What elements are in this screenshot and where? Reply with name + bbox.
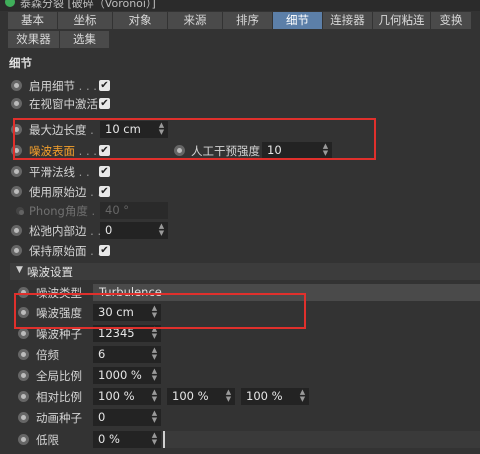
prop-label: 全局比例 — [36, 369, 82, 383]
spinner-arrows-icon[interactable]: ▲ ▼ — [299, 389, 306, 404]
prop-smooth-normals: 平滑法线 . . ✔ — [0, 162, 480, 182]
field-value: 100 % — [98, 389, 135, 403]
annotation-box-noise-strength — [14, 293, 306, 329]
prop-global-scale: 全局比例 1000 % ▲ ▼ — [0, 366, 480, 386]
group-title: 噪波设置 — [27, 265, 73, 279]
use-original-edges-checkbox[interactable]: ✔ — [99, 186, 110, 197]
window-titlebar: 泰森分裂 [破碎（Voronoi）] — [0, 0, 480, 11]
prop-label: 倍频 — [36, 348, 59, 362]
app-logo-icon — [5, 0, 15, 7]
low-clip-input[interactable]: 0 % ▲ ▼ — [93, 431, 161, 448]
field-value: 0 — [105, 223, 113, 237]
tab-coord[interactable]: 坐标 — [58, 12, 113, 29]
spinner-arrows-icon[interactable]: ▲ ▼ — [151, 410, 158, 425]
prop-use-original-edges: 使用原始边 . . ✔ — [0, 182, 480, 202]
low-clip-slider[interactable] — [163, 431, 480, 448]
spinner-arrows-icon[interactable]: ▲ ▼ — [151, 368, 158, 383]
relative-scale-z-input[interactable]: 100 % ▲ ▼ — [241, 388, 309, 405]
prop-label: 平滑法线 — [29, 165, 75, 179]
prop-low-clip: 低限 0 % ▲ ▼ — [0, 430, 480, 450]
prop-label: 动画种子 — [36, 411, 82, 425]
keep-original-faces-checkbox[interactable]: ✔ — [99, 245, 110, 256]
octaves-input[interactable]: 6 ▲ ▼ — [93, 346, 161, 363]
prop-dots: . — [87, 204, 96, 218]
tab-sources[interactable]: 来源 — [168, 12, 223, 29]
animate-radio-icon[interactable] — [18, 391, 29, 402]
field-value: 0 % — [98, 432, 120, 446]
global-scale-input[interactable]: 1000 % ▲ ▼ — [93, 367, 161, 384]
noise-settings-group-header[interactable]: ▼ 噪波设置 — [10, 263, 480, 280]
field-value: 100 % — [172, 389, 209, 403]
anim-seed-input[interactable]: 0 ▲ ▼ — [93, 409, 161, 426]
animate-radio-icon[interactable] — [18, 434, 29, 445]
prop-label: 启用细节 — [29, 79, 75, 93]
spinner-arrows-icon[interactable]: ▲ ▼ — [151, 389, 158, 404]
phong-angle-input: 40 ° — [100, 202, 168, 219]
prop-label: 相对比例 — [36, 390, 82, 404]
tab-transform[interactable]: 变换 — [431, 12, 472, 29]
prop-activate-viewport: 在视窗中激活 ✔ — [0, 94, 480, 114]
spinner-arrows-icon[interactable]: ▲ ▼ — [151, 432, 158, 447]
field-value: 0 — [98, 410, 106, 424]
animate-radio-icon[interactable] — [11, 166, 22, 177]
tab-bar-row2: 效果器 选集 — [8, 31, 472, 48]
tab-detail[interactable]: 细节 — [273, 12, 323, 29]
prop-dots: . . — [86, 224, 102, 238]
tab-effectors[interactable]: 效果器 — [8, 31, 60, 48]
tab-object[interactable]: 对象 — [113, 12, 168, 29]
prop-dots: . . — [75, 165, 90, 179]
tab-connector[interactable]: 连接器 — [323, 12, 373, 29]
relative-scale-x-input[interactable]: 100 % ▲ ▼ — [93, 388, 161, 405]
annotation-box-detail — [13, 118, 376, 160]
prop-anim-seed: 动画种子 0 ▲ ▼ — [0, 408, 480, 428]
prop-relax-inner: 松弛内部边 . . 0 ▲ ▼ — [0, 221, 480, 241]
tab-basic[interactable]: 基本 — [8, 12, 58, 29]
animate-radio-icon[interactable] — [18, 412, 29, 423]
prop-label: 松弛内部边 — [29, 224, 87, 238]
prop-label: 低限 — [36, 433, 59, 447]
tab-sorting[interactable]: 排序 — [223, 12, 273, 29]
spinner-arrows-icon[interactable]: ▲ ▼ — [225, 389, 232, 404]
animate-radio-icon[interactable] — [18, 328, 29, 339]
prop-label: 使用原始边 — [29, 185, 87, 199]
prop-octaves: 倍频 6 ▲ ▼ — [0, 345, 480, 365]
animate-radio-icon[interactable] — [11, 245, 22, 256]
animate-radio-icon[interactable] — [11, 225, 22, 236]
animate-radio-icon[interactable] — [11, 186, 22, 197]
animate-radio-icon — [16, 207, 24, 215]
relax-inner-input[interactable]: 0 ▲ ▼ — [100, 222, 168, 239]
animate-radio-icon[interactable] — [18, 349, 29, 360]
prop-phong-angle: Phong角度 . 40 ° — [0, 201, 480, 221]
field-value: 100 % — [246, 389, 283, 403]
window-title: 泰森分裂 [破碎（Voronoi）] — [20, 0, 156, 10]
field-value: 40 ° — [105, 203, 130, 217]
prop-relative-scale: 相对比例 100 % ▲ ▼ 100 % ▲ ▼ 100 % ▲ ▼ — [0, 387, 480, 407]
tab-geometry-glue[interactable]: 几何粘连 — [373, 12, 431, 29]
activate-viewport-checkbox[interactable]: ✔ — [99, 98, 110, 109]
field-value: 1000 % — [98, 368, 142, 382]
prop-label: 保持原始面 — [29, 244, 87, 258]
collapse-triangle-icon[interactable]: ▼ — [16, 265, 23, 275]
smooth-normals-checkbox[interactable]: ✔ — [99, 166, 110, 177]
section-title: 细节 — [9, 56, 32, 70]
prop-keep-original-faces: 保持原始面 . . ✔ — [0, 241, 480, 261]
relative-scale-y-input[interactable]: 100 % ▲ ▼ — [167, 388, 235, 405]
animate-radio-icon[interactable] — [18, 370, 29, 381]
spinner-arrows-icon[interactable]: ▲ ▼ — [151, 347, 158, 362]
prop-label: 在视窗中激活 — [29, 97, 98, 111]
animate-radio-icon[interactable] — [11, 80, 22, 91]
field-value: 6 — [98, 347, 106, 361]
tab-selections[interactable]: 选集 — [60, 31, 110, 48]
enable-detail-checkbox[interactable]: ✔ — [99, 80, 110, 91]
tab-bar-row1: 基本 坐标 对象 来源 排序 细节 连接器 几何粘连 变换 — [8, 12, 472, 29]
prop-label: Phong角度 — [29, 204, 88, 218]
animate-radio-icon[interactable] — [11, 98, 22, 109]
prop-enable-detail: 启用细节 . . . . ✔ — [0, 76, 480, 96]
spinner-arrows-icon[interactable]: ▲ ▼ — [158, 223, 165, 238]
